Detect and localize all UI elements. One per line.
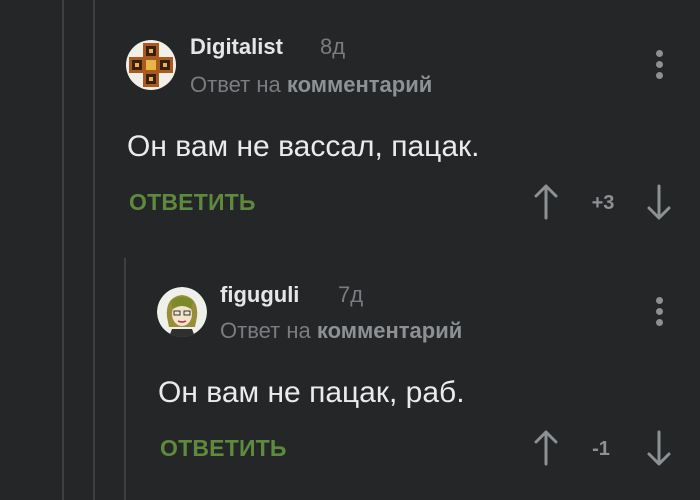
kebab-menu-icon[interactable] — [653, 50, 665, 84]
vote-score: -1 — [592, 438, 610, 460]
reply-prefix: Ответ на — [220, 318, 311, 343]
arrow-down-icon[interactable] — [644, 428, 674, 468]
kebab-menu-icon[interactable] — [653, 297, 665, 331]
comment-text: Он вам не вассал, пацак. — [127, 130, 480, 163]
reply-target-link[interactable]: комментарий — [287, 72, 432, 97]
username[interactable]: figuguli — [220, 282, 299, 308]
reply-target-link[interactable]: комментарий — [317, 318, 462, 343]
arrow-up-icon[interactable] — [531, 428, 561, 468]
avatar[interactable] — [157, 287, 207, 337]
arrow-down-icon[interactable] — [644, 182, 674, 222]
reply-to-info: Ответ на комментарий — [220, 318, 462, 344]
vote-score: +3 — [591, 192, 615, 214]
reply-prefix: Ответ на — [190, 72, 281, 97]
arrow-up-icon[interactable] — [531, 182, 561, 222]
comment-text: Он вам не пацак, раб. — [158, 376, 465, 409]
comment: figuguli 7д Ответ на комментарий Он вам … — [0, 250, 700, 500]
reply-button[interactable]: ОТВЕТИТЬ — [160, 435, 287, 462]
comment-time: 8д — [320, 34, 346, 59]
username[interactable]: Digitalist — [190, 34, 283, 60]
comment-time: 7д — [338, 282, 364, 307]
reply-button[interactable]: ОТВЕТИТЬ — [129, 189, 256, 216]
comment: Digitalist 8д Ответ на комментарий Он ва… — [0, 0, 700, 250]
comment-thread: Digitalist 8д Ответ на комментарий Он ва… — [0, 0, 700, 500]
avatar[interactable] — [126, 40, 176, 90]
reply-to-info: Ответ на комментарий — [190, 72, 432, 98]
